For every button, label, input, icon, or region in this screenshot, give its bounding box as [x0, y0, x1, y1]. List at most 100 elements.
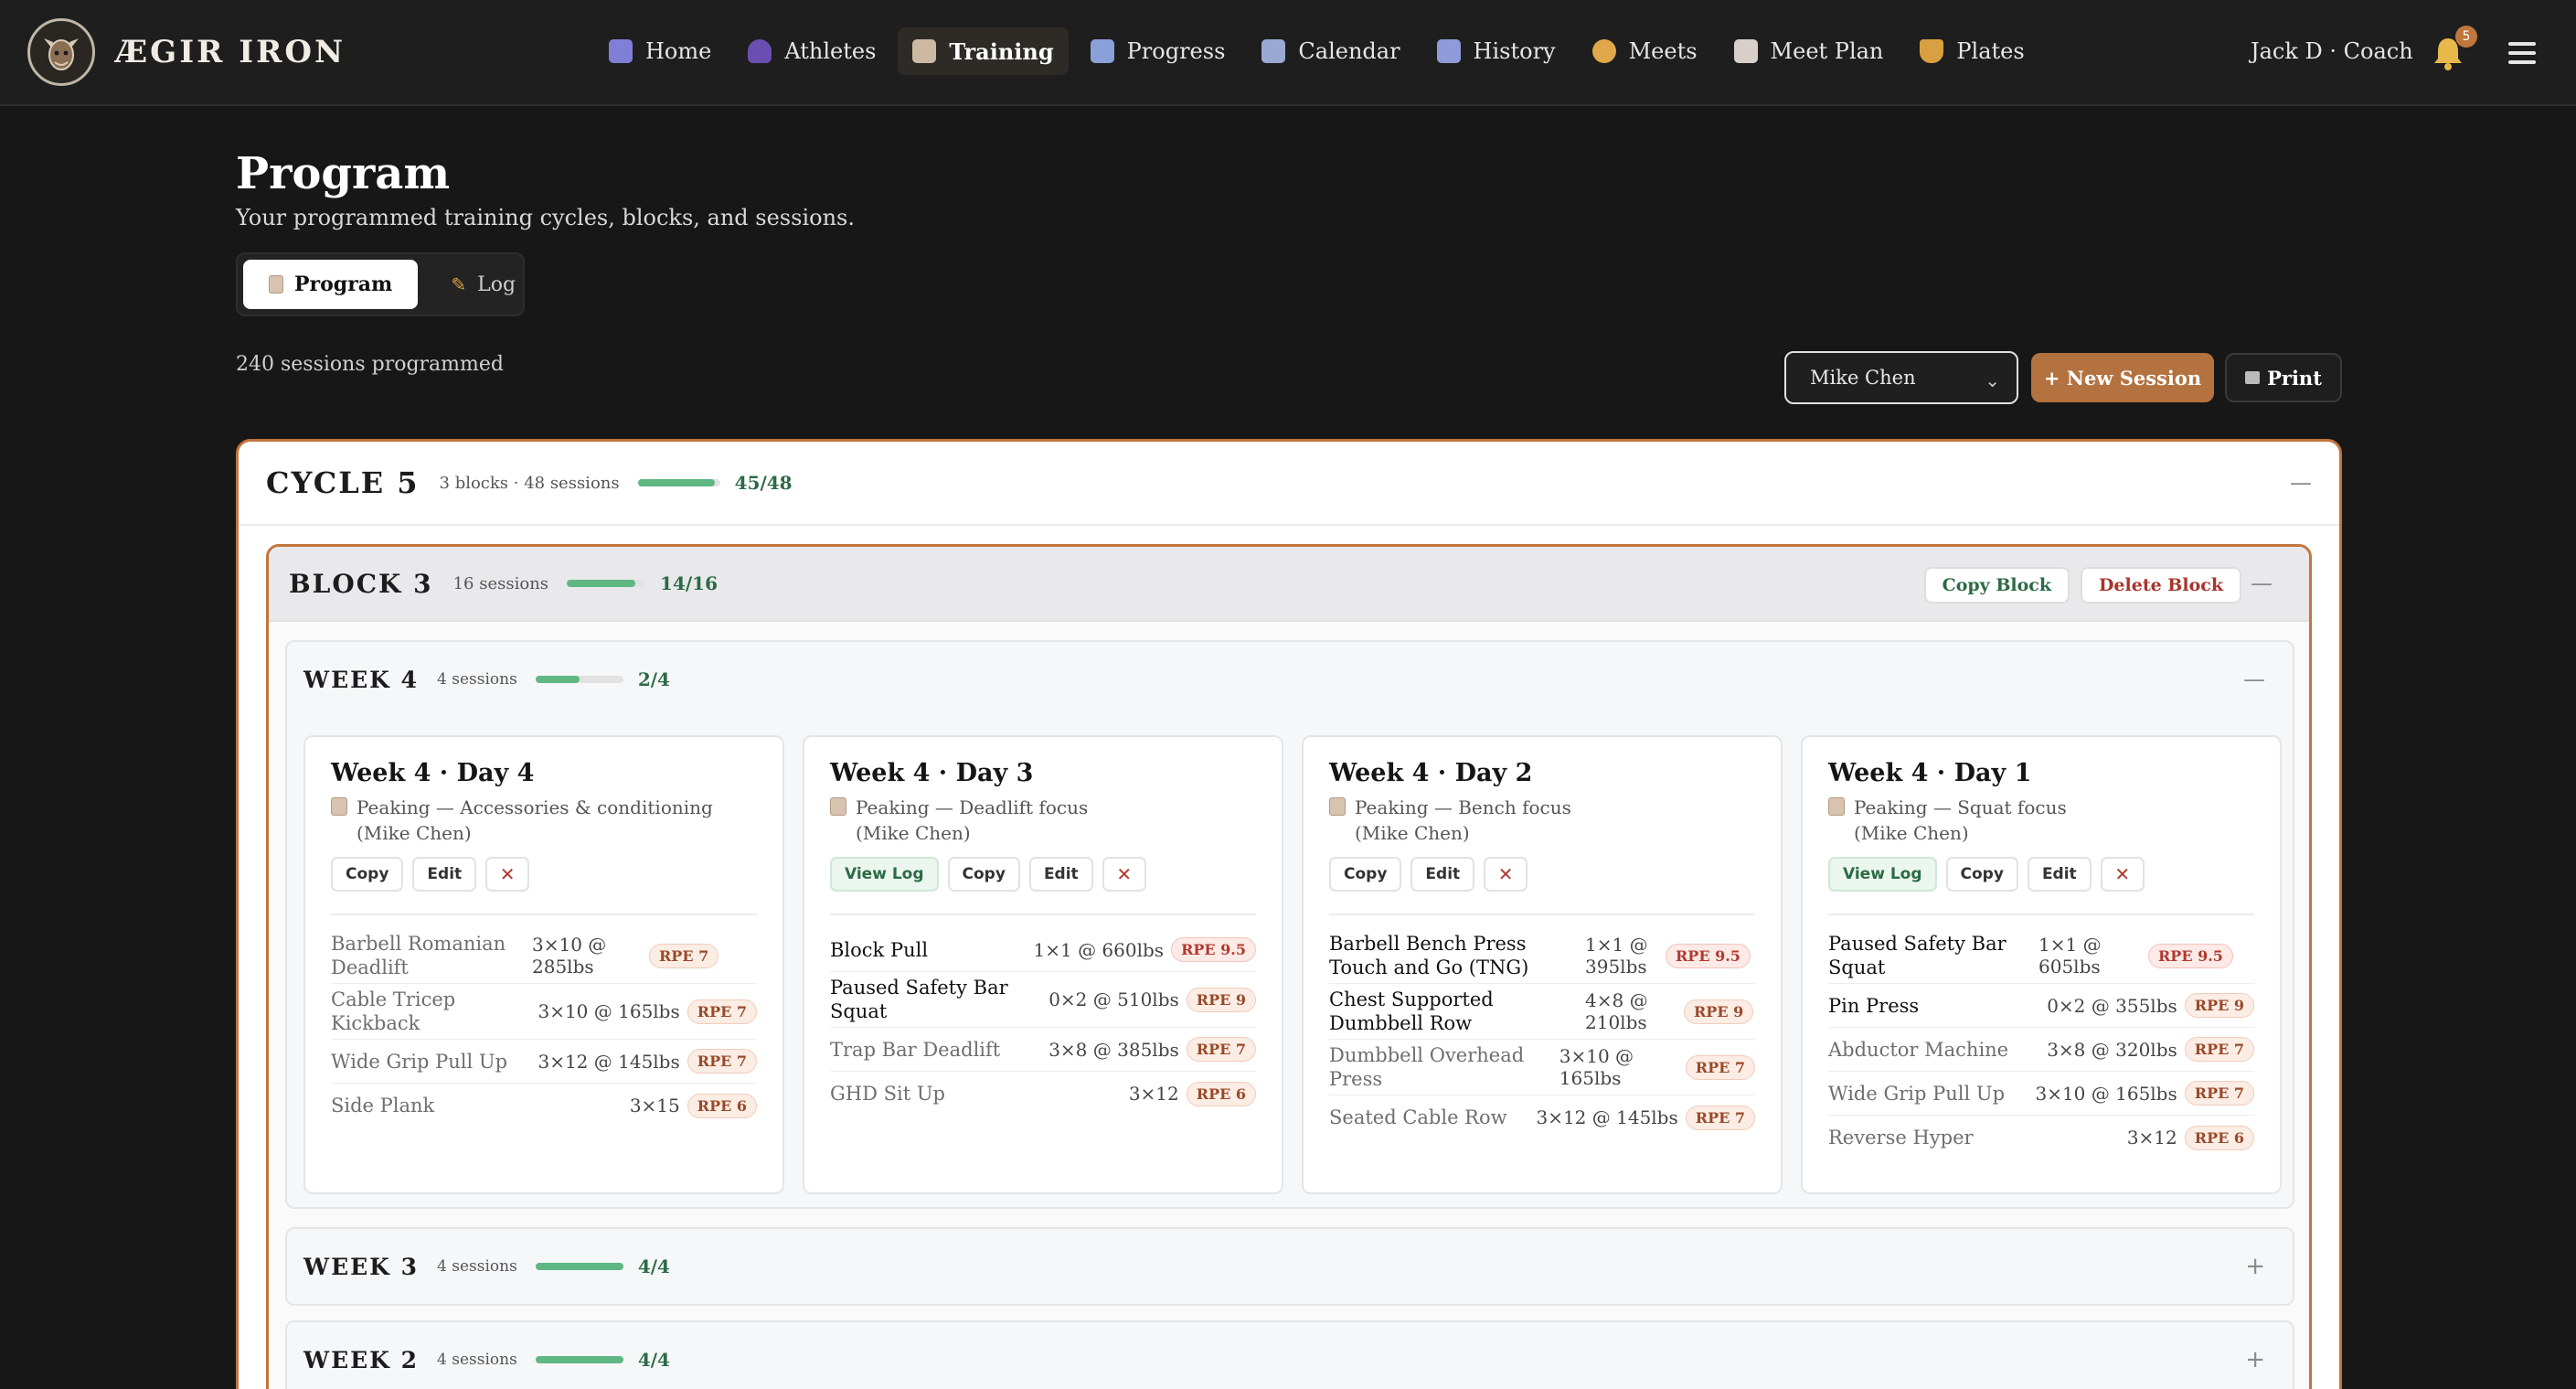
exercise-name: Paused Safety Bar Squat	[1828, 933, 2007, 978]
rpe-badge: RPE 6	[1186, 1081, 1256, 1106]
exercise-sets: 3×12 @ 145lbs	[1536, 1106, 1678, 1128]
nav-label: Progress	[1126, 38, 1226, 64]
week-section: WEEK 2 4 sessions 4/4 +	[285, 1320, 2294, 1389]
exercise-sets: 3×15	[629, 1095, 680, 1117]
exercise-row: GHD Sit Up 3×12 RPE 6	[830, 1072, 1256, 1116]
edit-session-button[interactable]: Edit	[1028, 857, 1093, 892]
exercise-name: Wide Grip Pull Up	[1828, 1082, 2006, 1105]
session-subtitle: Peaking — Bench focus (Mike Chen)	[1329, 795, 1755, 846]
expand-icon[interactable]: +	[2245, 1253, 2265, 1280]
exercise-row: Chest Supported Dumbbell Row 4×8 @ 210lb…	[1329, 984, 1755, 1040]
week-header[interactable]: WEEK 3 4 sessions 4/4 +	[287, 1229, 2293, 1304]
exercise-sets: 0×2 @ 510lbs	[1048, 988, 1179, 1010]
collapse-icon[interactable]: —	[2243, 667, 2265, 692]
week-progress-count: 4/4	[637, 1349, 670, 1371]
session-card: Week 4 · Day 3 Peaking — Deadlift focus …	[803, 735, 1283, 1194]
rpe-badge: RPE 9	[1186, 987, 1256, 1012]
week-meta: 4 sessions	[437, 670, 517, 689]
nav-history[interactable]: History	[1422, 27, 1570, 75]
sessions-count: 240 sessions programmed	[236, 353, 504, 376]
exercise-row: Abductor Machine 3×8 @ 320lbs RPE 7	[1828, 1028, 2254, 1072]
rpe-badge: RPE 7	[2184, 1037, 2254, 1062]
clipboard-icon	[269, 275, 283, 294]
edit-session-button[interactable]: Edit	[2027, 857, 2092, 892]
view-log-button[interactable]: View Log	[1828, 857, 1937, 892]
collapse-icon[interactable]: —	[2290, 470, 2312, 496]
week-progress-bar	[535, 1356, 623, 1363]
page-subtitle: Your programmed training cycles, blocks,…	[236, 205, 855, 230]
exercise-list: Paused Safety Bar Squat 1×1 @ 605lbs RPE…	[1828, 928, 2254, 1159]
session-subtitle: Peaking — Accessories & conditioning (Mi…	[331, 795, 757, 846]
exercise-sets: 4×8 @ 210lbs	[1585, 989, 1648, 1033]
clipboard-icon	[1828, 797, 1845, 816]
rpe-badge: RPE 9	[1684, 999, 1754, 1024]
nav-training[interactable]: Training	[898, 27, 1069, 75]
exercise-row: Wide Grip Pull Up 3×10 @ 165lbs RPE 7	[1828, 1072, 2254, 1116]
session-subtitle: Peaking — Squat focus (Mike Chen)	[1828, 795, 2254, 846]
exercise-row: Dumbbell Overhead Press 3×10 @ 165lbs RP…	[1329, 1040, 1755, 1095]
nav-home[interactable]: Home	[594, 27, 726, 75]
week-progress-bar	[535, 1263, 623, 1270]
hamburger-menu-icon[interactable]	[2508, 42, 2536, 64]
exercise-name: Dumbbell Overhead Press	[1329, 1044, 1525, 1090]
copy-session-button[interactable]: Copy	[331, 857, 404, 892]
rpe-badge: RPE 7	[1186, 1037, 1256, 1062]
session-actions: View Log Copy Edit ✕	[830, 857, 1256, 892]
nav-athletes[interactable]: Athletes	[733, 27, 890, 75]
exercise-row: Seated Cable Row 3×12 @ 145lbs RPE 7	[1329, 1095, 1755, 1139]
copy-session-button[interactable]: Copy	[1329, 857, 1402, 892]
collapse-icon[interactable]: —	[2251, 571, 2273, 596]
tab-log[interactable]: ✎ Log	[423, 260, 543, 309]
delete-session-button[interactable]: ✕	[485, 857, 530, 892]
user-menu[interactable]: Jack D · Coach	[2251, 38, 2413, 64]
nav-meet-plan[interactable]: Meet Plan	[1719, 27, 1899, 75]
rpe-badge: RPE 9.5	[1666, 943, 1751, 968]
copy-session-button[interactable]: Copy	[947, 857, 1020, 892]
session-athlete: (Mike Chen)	[856, 822, 971, 844]
exercise-row: Paused Safety Bar Squat 0×2 @ 510lbs RPE…	[830, 972, 1256, 1028]
exercise-name: Reverse Hyper	[1828, 1127, 1974, 1149]
block-header[interactable]: BLOCK 3 16 sessions 14/16 Copy Block Del…	[269, 547, 2309, 622]
week-title: WEEK 4	[303, 666, 420, 693]
calendar-icon	[1261, 39, 1286, 63]
copy-session-button[interactable]: Copy	[1945, 857, 2018, 892]
nav-meets[interactable]: Meets	[1578, 27, 1712, 75]
session-title: Week 4 · Day 4	[331, 759, 535, 787]
delete-session-button[interactable]: ✕	[1484, 857, 1528, 892]
session-focus: Peaking — Accessories & conditioning	[357, 796, 713, 818]
nav-plates[interactable]: Plates	[1905, 27, 2038, 75]
block-meta: 16 sessions	[452, 573, 549, 593]
week-header[interactable]: WEEK 4 4 sessions 2/4 —	[287, 642, 2293, 717]
nav-calendar[interactable]: Calendar	[1247, 27, 1414, 75]
delete-session-button[interactable]: ✕	[2100, 857, 2145, 892]
nav-progress[interactable]: Progress	[1076, 27, 1240, 75]
exercise-name: Trap Bar Deadlift	[830, 1038, 1001, 1061]
athlete-select[interactable]: Mike Chen ⌄	[1784, 351, 2018, 404]
expand-icon[interactable]: +	[2245, 1346, 2265, 1373]
week-meta: 4 sessions	[437, 1351, 517, 1369]
cycle-header[interactable]: CYCLE 5 3 blocks · 48 sessions 45/48 —	[239, 442, 2339, 526]
delete-block-button[interactable]: Delete Block	[2080, 567, 2241, 604]
athlete-select-value: Mike Chen	[1810, 367, 1916, 389]
copy-block-button[interactable]: Copy Block	[1923, 567, 2070, 604]
print-button[interactable]: Print	[2225, 353, 2342, 402]
tab-program[interactable]: Program	[243, 260, 419, 309]
delete-session-button[interactable]: ✕	[1102, 857, 1146, 892]
block-title: BLOCK 3	[289, 568, 433, 599]
exercise-name: Chest Supported Dumbbell Row	[1329, 988, 1494, 1034]
week-header[interactable]: WEEK 2 4 sessions 4/4 +	[287, 1322, 2293, 1389]
session-athlete: (Mike Chen)	[1854, 822, 1969, 844]
view-log-button[interactable]: View Log	[830, 857, 939, 892]
new-session-button[interactable]: + New Session	[2031, 353, 2214, 402]
exercise-sets: 3×10 @ 285lbs	[532, 934, 607, 978]
week-progress-count: 4/4	[637, 1255, 670, 1277]
logo[interactable]: ÆGIR IRON	[27, 18, 346, 86]
exercise-name: Cable Tricep Kickback	[331, 988, 456, 1034]
divider	[1329, 914, 1755, 915]
edit-session-button[interactable]: Edit	[1410, 857, 1475, 892]
edit-session-button[interactable]: Edit	[412, 857, 477, 892]
session-subtitle: Peaking — Deadlift focus (Mike Chen)	[830, 795, 1256, 846]
exercise-sets: 3×8 @ 320lbs	[2047, 1038, 2177, 1061]
exercise-sets: 3×12	[2126, 1127, 2177, 1149]
session-actions: Copy Edit ✕	[331, 857, 757, 892]
